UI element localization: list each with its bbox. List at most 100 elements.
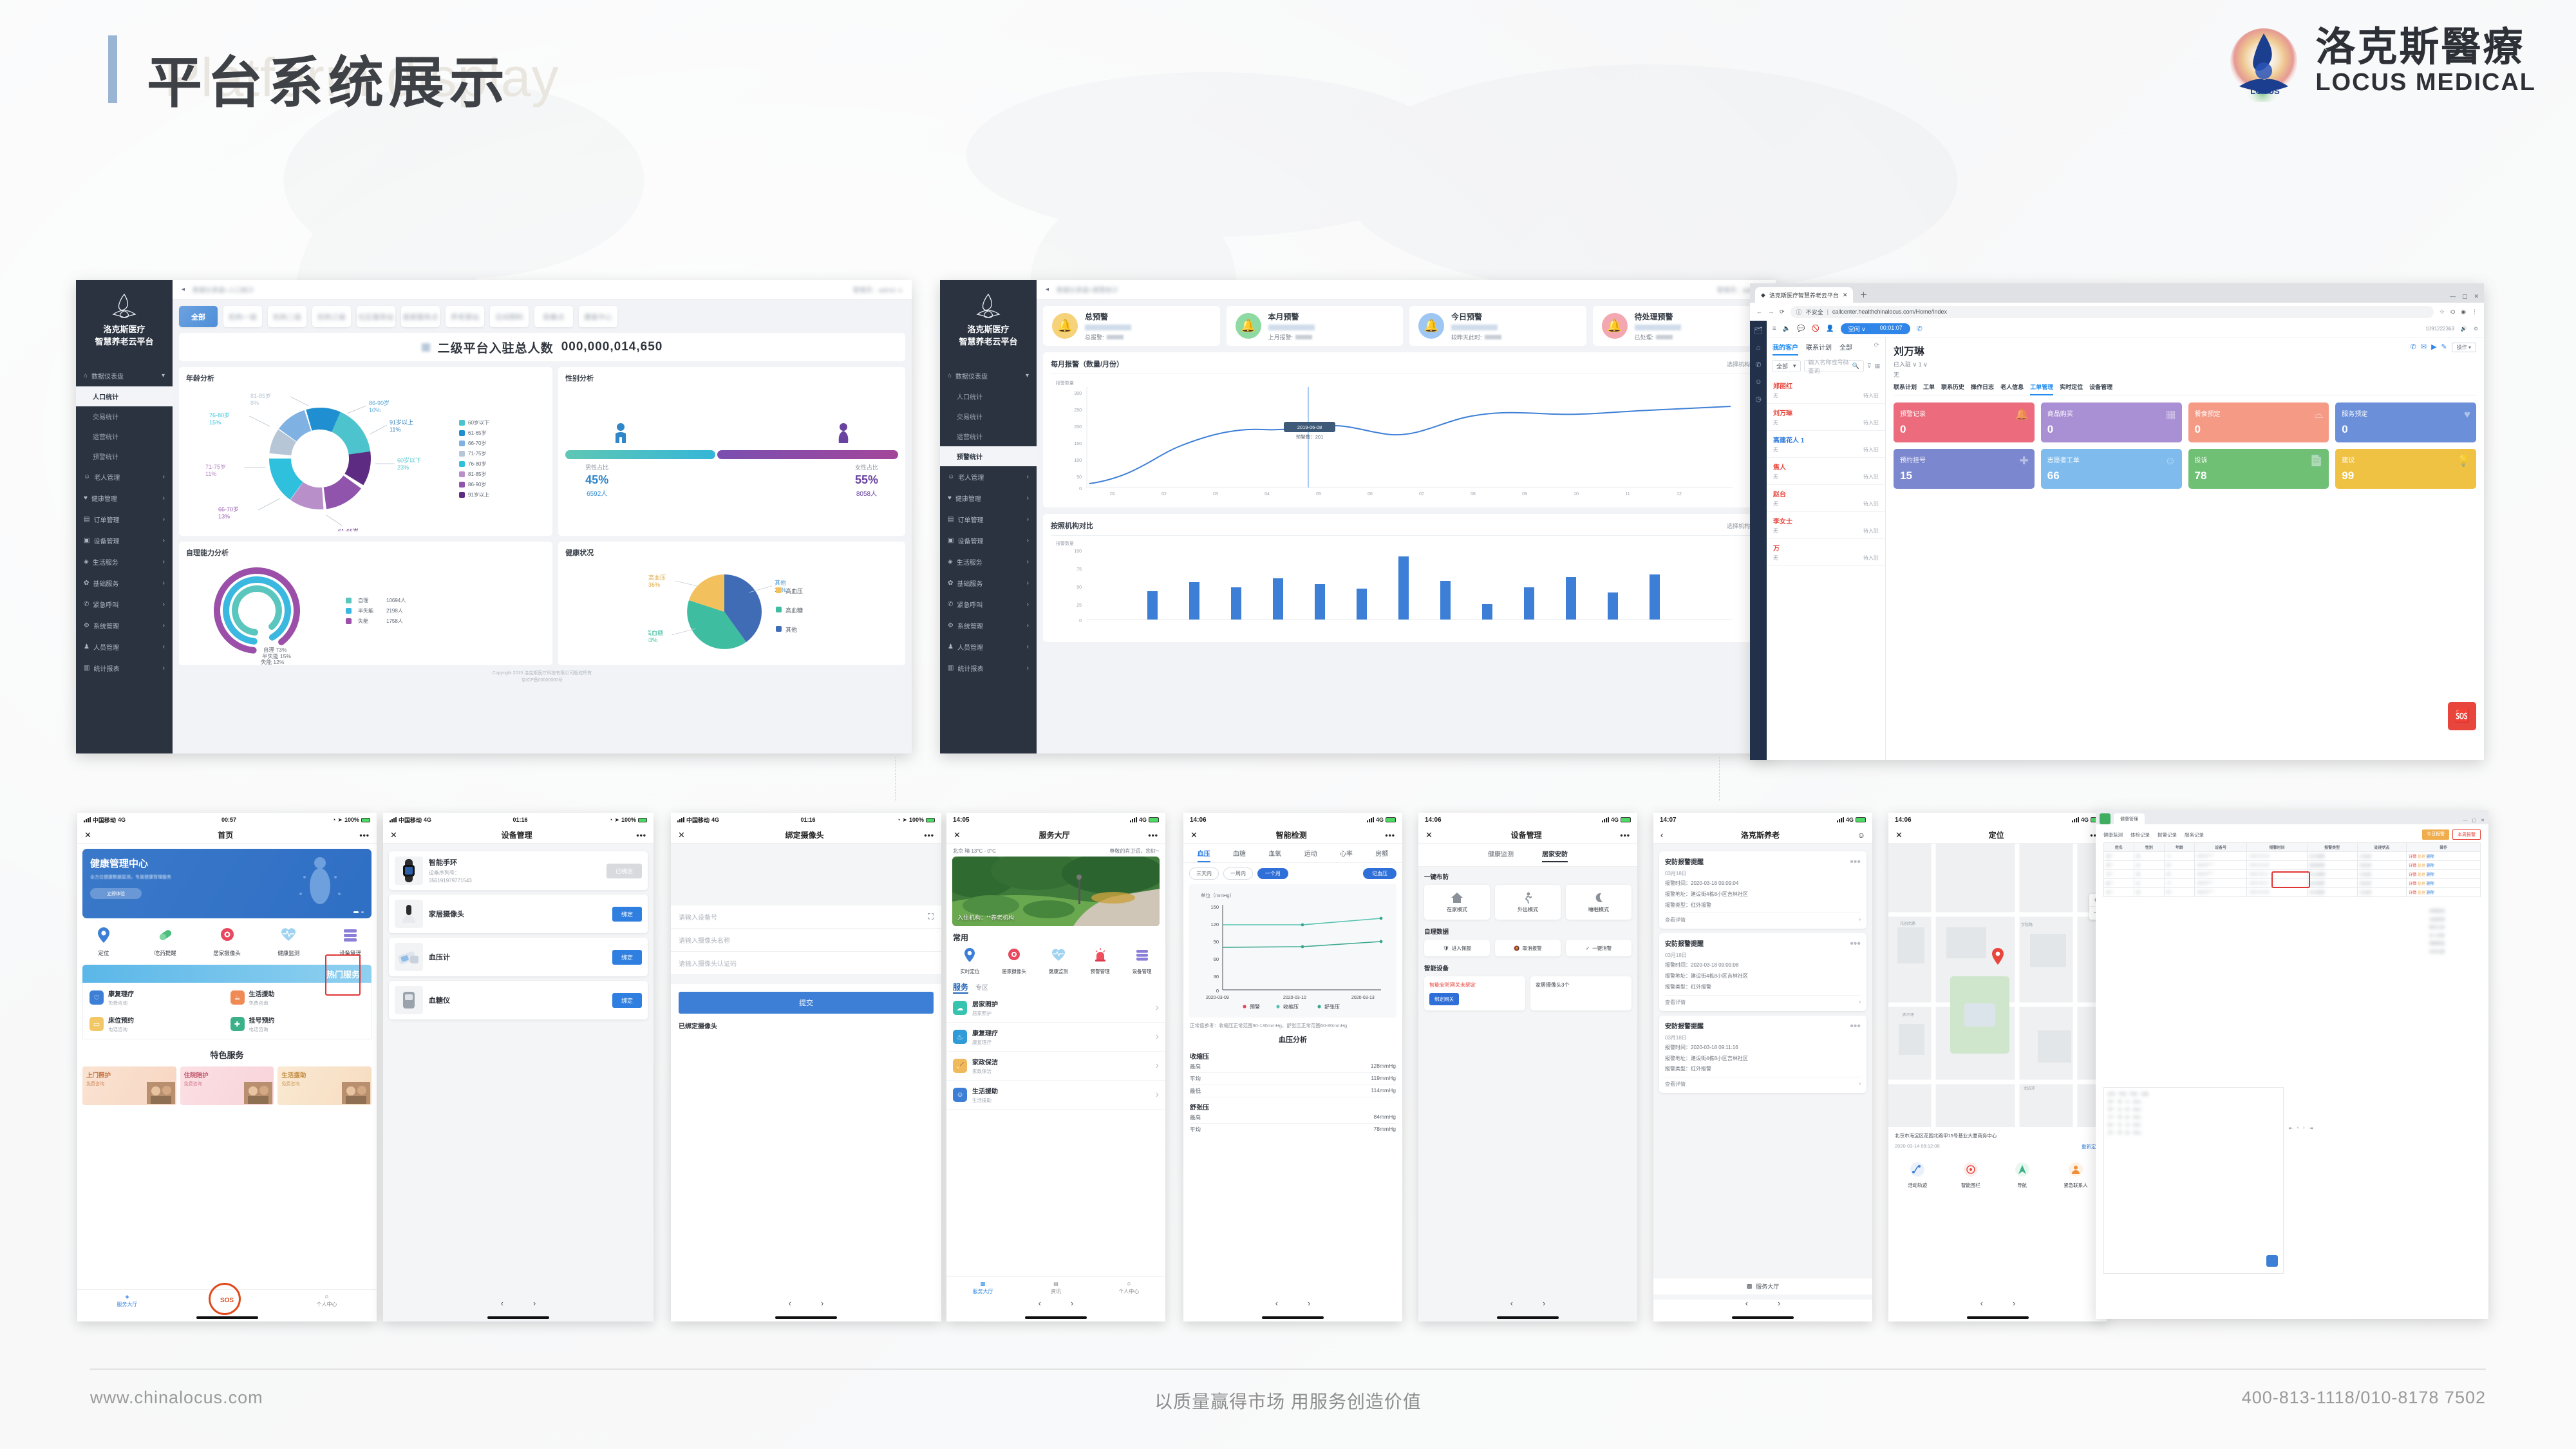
section-tabs[interactable]: 服务 专区 <box>946 979 1165 994</box>
page-next[interactable]: › <box>2303 1126 2304 1131</box>
pagination[interactable]: ⇤ ‹ › ⇥ <box>2289 1126 2313 1131</box>
tab-health-monitor[interactable]: 健康监测 <box>2103 831 2123 838</box>
back-icon[interactable]: ← <box>1756 308 1762 315</box>
admin-table-wrap[interactable]: 姓名 性别 年龄 设备号 报警时间 报警类型 处理状态 操作 张** 男 72 356… <box>2096 842 2488 897</box>
next-icon[interactable]: › <box>1543 1298 1545 1308</box>
close-icon[interactable]: ✕ <box>84 830 91 840</box>
contacts-icon[interactable]: 👤 <box>1826 325 1834 332</box>
phone-alert-notifications[interactable]: 14:07 4G ‹ 洛克斯养老 ☺ 安防报警提醒 ••• 03月18日 报警时间… <box>1653 813 1872 1321</box>
feature-card[interactable]: 住院陪护 免费咨询 <box>180 1066 274 1105</box>
close-window-button[interactable]: ✕ <box>2481 818 2485 823</box>
health-center-banner[interactable]: 健康管理中心 全方位健康数据监测，专属健康管理服务 立即体验 <box>82 849 371 918</box>
next-icon[interactable]: › <box>821 1298 823 1308</box>
mode-sleep[interactable]: 睡眠模式 <box>1566 885 1631 920</box>
tab-alert-record[interactable]: 报警记录 <box>2158 831 2177 838</box>
tab-service-record[interactable]: 服务记录 <box>2185 831 2204 838</box>
range-filter-row[interactable]: 三天内 一周内 一个月 记血压 <box>1183 863 1402 884</box>
gateway-card[interactable]: 智能安防网关未绑定 绑定网关 <box>1424 976 1525 1010</box>
sound-toggle[interactable]: 🔊 <box>2461 326 2467 332</box>
crm-left-rail[interactable]: 🗂 ⌂ ✆ ☺ ◷ <box>1750 321 1767 760</box>
window-health-admin[interactable]: 健康管理 — ▢ ✕ 健康监测 体检记录 报警记录 服务记录 今日报警 本周报警… <box>2096 810 2488 1319</box>
linkage-clear-alarm[interactable]: ✓ 一键消警 <box>1566 940 1631 956</box>
alert-records-table[interactable]: 姓名 性别 年龄 设备号 报警时间 报警类型 处理状态 操作 张** 男 72 356… <box>2103 842 2481 897</box>
nav-group-elderly[interactable]: ☺ 老人管理 › <box>940 466 1037 488</box>
prev-icon[interactable]: ‹ <box>501 1298 503 1308</box>
tab-home-security[interactable]: 居家安防 <box>1542 849 1568 862</box>
tab-health-monitor[interactable]: 健康监测 <box>1488 849 1514 862</box>
map-marker[interactable] <box>1991 947 2005 969</box>
tab-elderly-info[interactable]: 老人信息 <box>2000 383 2024 392</box>
close-icon[interactable]: ✕ <box>390 830 397 840</box>
feature-card[interactable]: 上门照护 免费咨询 <box>82 1066 176 1105</box>
customer-actions[interactable]: ✆ ✉ ▶ ✎ 操作 ▾ <box>2411 343 2476 352</box>
device-bind-button[interactable]: 已绑定 <box>606 863 642 878</box>
sidebar-item-operations[interactable]: 运营统计 <box>940 426 1037 446</box>
prev-icon[interactable]: ‹ <box>789 1298 791 1308</box>
menu-icon[interactable]: ⋮ <box>2472 308 2477 316</box>
tab-service[interactable]: 服务 <box>953 981 969 994</box>
message-action-icon[interactable]: ✉ <box>2421 343 2427 352</box>
quick-action-row[interactable]: 定位 吃药提醒 居家摄像头 健康监测 设备管理 <box>82 926 371 957</box>
alert-card-month[interactable]: 🔔 本月预警 上月报警: <box>1226 306 1403 346</box>
linkage-enter-protection[interactable]: 🛡 进入保服 <box>1424 940 1490 956</box>
new-tab-button[interactable]: ＋ <box>1856 289 1871 303</box>
nav-group-basic-service[interactable]: ✿ 基础服务 › <box>940 573 1037 594</box>
search-input[interactable]: 输入名称或号码查询 🔍 <box>1803 359 1864 374</box>
notification-list[interactable]: 安防报警提醒 ••• 03月18日 报警时间：2020-03-18 09:09:0… <box>1653 844 1872 1300</box>
admin-tab-bar[interactable]: 健康管理 — ▢ ✕ <box>2096 810 2488 824</box>
filter-select[interactable]: 全部 ▾ <box>1772 360 1801 372</box>
page-nav[interactable]: ‹ › <box>1418 1294 1637 1311</box>
list-item[interactable]: 智能手环 设备序列号： 356191979771543 已绑定 <box>389 851 648 890</box>
action-geofence[interactable]: 智能围栏 <box>1961 1162 1980 1189</box>
hot-service-grid[interactable]: ♡ 康复理疗 免费咨询 ☕ 生活援助 免费咨询 ▭ 床位预约 电话咨询 ✚ 挂号预约 电话咨询 <box>82 983 371 1039</box>
alert-card-total[interactable]: 🔔 总预警 总报警: <box>1043 306 1220 346</box>
work-order-tiles[interactable]: 🔔 预警记录 0 ▦ 商品购买 0 ⌓ 餐食预定 0 ♥ 服务预定 0 ✚ 预约挂号 15 ☺ 志愿者… <box>1894 402 2476 489</box>
service-list[interactable]: ☁ 居家照护 居家照护 › ♨ 康复理疗 康复理疗 › 🧹 家政保洁 家政保洁 › ☺ 生活援助 生活… <box>946 994 1165 1110</box>
phone-service-hall[interactable]: 14:05 4G ✕ 服务大厅 ••• 北京 晴 13°C - 0°C 尊敬的肖… <box>946 813 1165 1321</box>
device-row[interactable]: 智能安防网关未绑定 绑定网关 家居摄像头3个 <box>1424 976 1631 1010</box>
nav-bar[interactable]: ✕ 设备管理 ••• <box>1418 827 1637 844</box>
nav-group-dashboard[interactable]: ⌂ 数据仪表盘 ▾ <box>76 365 173 386</box>
minimize-button[interactable]: — <box>2463 818 2468 823</box>
chat-icon[interactable]: 💬 <box>1797 325 1805 332</box>
service-hall-footer-button[interactable]: ▩ 服务大厅 <box>1653 1278 1872 1294</box>
tab-work-order[interactable]: 工单 <box>1923 383 1935 392</box>
dashboard1-nav[interactable]: ⌂ 数据仪表盘 ▾ 人口统计 交易统计 运营统计 预警统计 ☺ 老人管理 › ♥ 健康… <box>76 365 173 679</box>
more-icon[interactable]: ••• <box>924 831 934 840</box>
refresh-icon[interactable]: ⟳ <box>1874 342 1879 355</box>
bookmark-icon[interactable]: ☆ <box>2440 308 2445 316</box>
next-icon[interactable]: › <box>533 1298 536 1308</box>
nav-group-emergency[interactable]: ✆ 紧急呼叫 › <box>76 594 173 615</box>
nav-group-dashboard[interactable]: ⌂ 数据仪表盘 ▾ <box>940 365 1037 386</box>
mode-at-home[interactable]: 在家模式 <box>1424 885 1490 920</box>
tab-afib[interactable]: 房颤 <box>1375 848 1388 862</box>
common-action-camera[interactable]: 居家摄像头 <box>1002 947 1026 975</box>
page-last[interactable]: ⇥ <box>2309 1126 2313 1131</box>
crm-customer-list[interactable]: 我的客户 联系计划 全部 ⟳ 全部 ▾ 输入名称或号码查询 🔍 ⊽ ▦ 郑丽红无待入… <box>1767 337 1886 760</box>
submit-icon-button[interactable] <box>2266 1255 2278 1267</box>
call-icon[interactable]: ✆ <box>1917 325 1923 333</box>
linkage-cancel-alarm[interactable]: 🔕 取消报警 <box>1495 940 1561 956</box>
forward-icon[interactable]: → <box>1768 308 1774 315</box>
security-tabs[interactable]: 健康监测 居家安防 <box>1418 844 1637 867</box>
clip-icon[interactable]: 🗂 <box>1754 327 1763 335</box>
more-icon[interactable]: ••• <box>1850 1021 1861 1032</box>
admin-tab[interactable]: 健康管理 <box>2114 813 2145 824</box>
admin-tabs[interactable]: 健康监测 体检记录 报警记录 服务记录 今日报警 本周报警 <box>2096 824 2488 842</box>
hot-service-item[interactable]: ✚ 挂号预约 电话咨询 <box>230 1015 365 1033</box>
more-icon[interactable]: ••• <box>636 831 646 840</box>
tab-contact-plan[interactable]: 联系计划 <box>1806 342 1832 355</box>
crm-toolbar[interactable]: ≡ 🔈 💬 🚫 👤 空闲 ∨ 00:01:07 ✆ 1091222363 🔊 ⚙ <box>1767 321 2484 337</box>
nav-group-life-service[interactable]: ◈ 生活服务 › <box>76 551 173 573</box>
chip-week-alerts[interactable]: 本周报警 <box>2452 829 2481 840</box>
quick-action-location[interactable]: 定位 <box>85 926 122 957</box>
hot-service-item[interactable]: ☕ 生活援助 免费咨询 <box>230 989 365 1007</box>
range-3days[interactable]: 三天内 <box>1189 867 1219 880</box>
phone-home-screen[interactable]: 中国移动 4G 00:57 ◔ ➤ 100% ✕ 首页 ••• 健康管理中心 全方位健… <box>77 813 377 1321</box>
camera-card[interactable]: 家居摄像头3个 <box>1530 976 1631 1010</box>
sidebar-item-population[interactable]: 人口统计 <box>940 386 1037 406</box>
page-nav[interactable]: ‹ › <box>1183 1294 1402 1311</box>
list-item[interactable]: 安防报警提醒 ••• 03月18日 报警时间：2020-03-18 09:09:0… <box>1659 851 1866 929</box>
nav-group-orders[interactable]: ▤ 订单管理 › <box>940 509 1037 530</box>
nav-bar[interactable]: ✕ 首页 ••• <box>77 827 377 844</box>
